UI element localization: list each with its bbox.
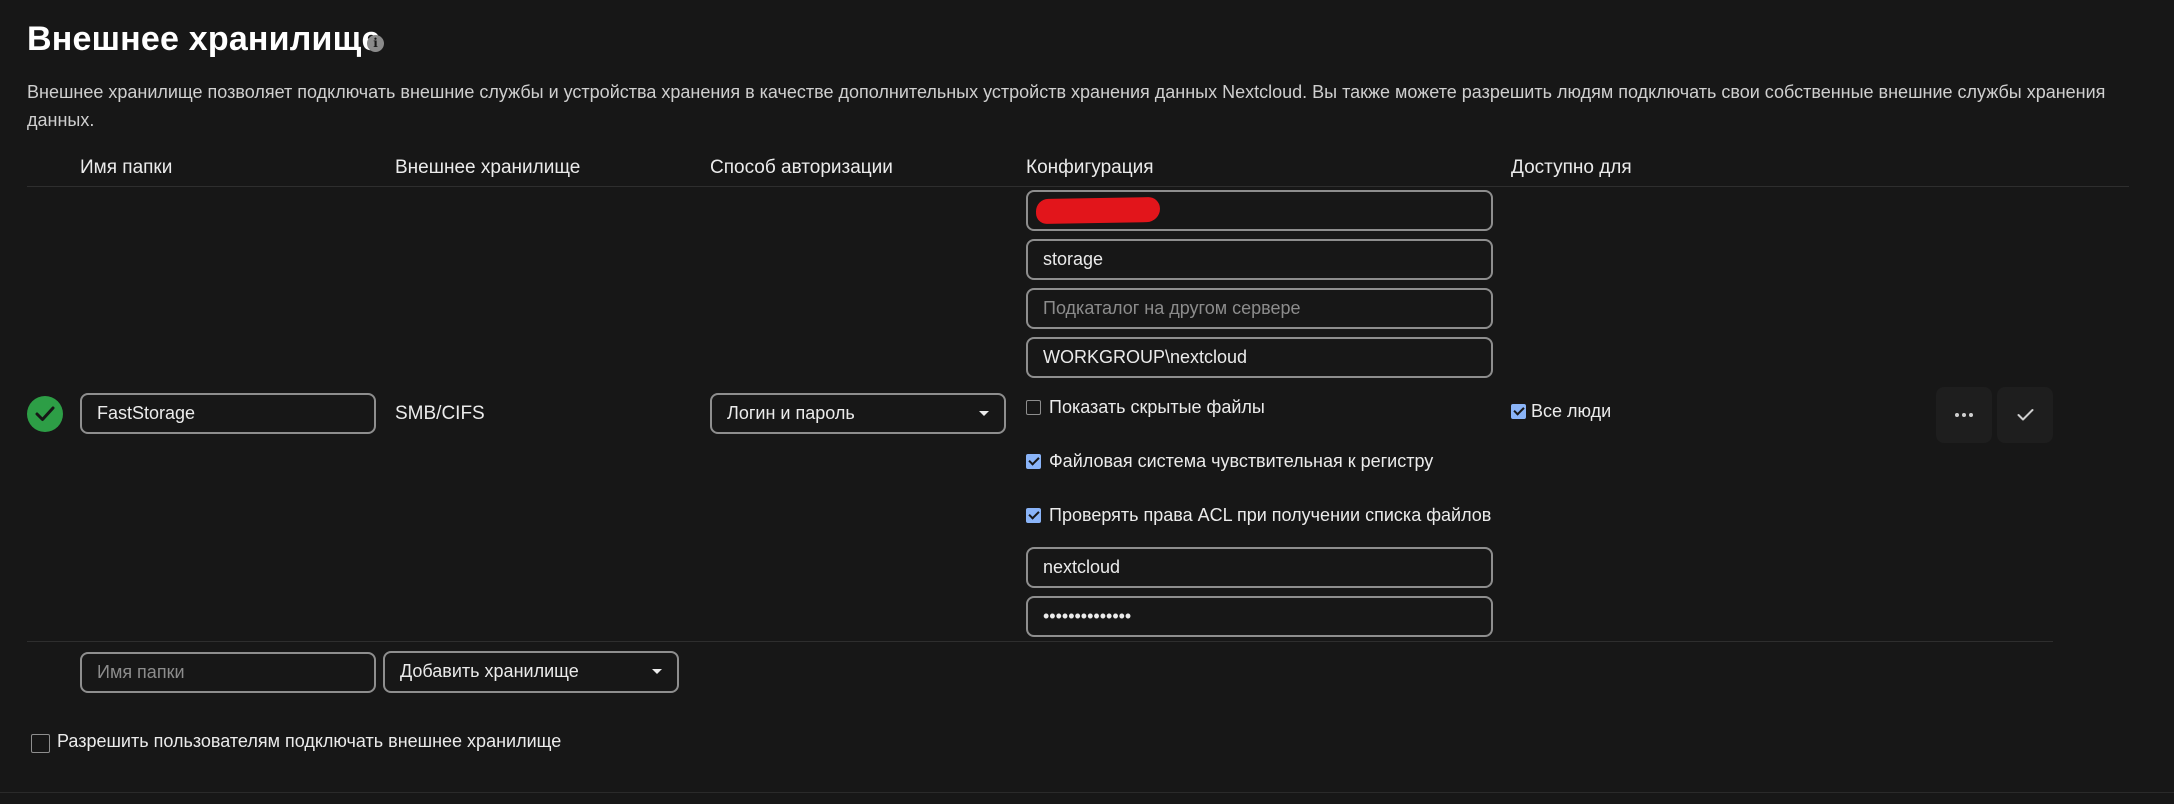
folder-name-input[interactable]: FastStorage — [80, 393, 376, 434]
case-sensitive-checkbox[interactable] — [1026, 454, 1041, 469]
row-divider — [27, 641, 2053, 642]
check-acl-checkbox[interactable] — [1026, 508, 1041, 523]
allow-user-mounting-checkbox[interactable] — [31, 734, 50, 753]
password-input[interactable]: •••••••••••••• — [1026, 596, 1493, 637]
header-external-storage: Внешнее хранилище — [395, 157, 581, 178]
subfolder-input[interactable]: Подкаталог на другом сервере — [1026, 288, 1493, 329]
header-folder-name: Имя папки — [80, 157, 173, 178]
save-mount-button[interactable] — [1997, 387, 2053, 443]
info-icon[interactable]: i — [367, 35, 384, 52]
allow-user-mounting-label: Разрешить пользователям подключать внешн… — [57, 731, 562, 751]
add-storage-label: Добавить хранилище — [400, 661, 579, 681]
show-hidden-label: Показать скрытые файлы — [1049, 397, 1265, 417]
more-actions-button[interactable] — [1936, 387, 1992, 443]
share-input[interactable]: storage — [1026, 239, 1493, 280]
auth-method-select[interactable]: Логин и пароль — [710, 393, 1006, 434]
domain-input[interactable]: WORKGROUP\nextcloud — [1026, 337, 1493, 378]
check-circle-icon — [27, 396, 63, 432]
header-configuration: Конфигурация — [1026, 157, 1154, 178]
show-hidden-checkbox[interactable] — [1026, 400, 1041, 415]
header-auth-method: Способ авторизации — [710, 157, 893, 178]
redaction-mark — [1035, 196, 1161, 225]
header-divider — [27, 186, 2129, 187]
page-description: Внешнее хранилище позволяет подключать в… — [27, 82, 2106, 130]
header-available-for: Доступно для — [1511, 157, 1632, 178]
available-for-all-checkbox[interactable] — [1511, 404, 1526, 419]
more-dots-icon — [1955, 413, 1959, 417]
new-folder-name-input[interactable]: Имя папки — [80, 652, 376, 693]
checkmark-icon — [2017, 409, 2034, 421]
storage-backend: SMB/CIFS — [395, 403, 485, 424]
section-bottom-divider — [0, 792, 2174, 793]
login-input[interactable]: nextcloud — [1026, 547, 1493, 588]
available-for-all-label: Все люди — [1531, 401, 1612, 421]
auth-method-value: Логин и пароль — [727, 403, 855, 423]
add-storage-select[interactable]: Добавить хранилище — [383, 651, 679, 693]
check-acl-label: Проверять права ACL при получении списка… — [1049, 505, 1492, 525]
case-sensitive-label: Файловая система чувствительная к регист… — [1049, 451, 1434, 471]
page-title: Внешнее хранилище — [27, 20, 381, 58]
